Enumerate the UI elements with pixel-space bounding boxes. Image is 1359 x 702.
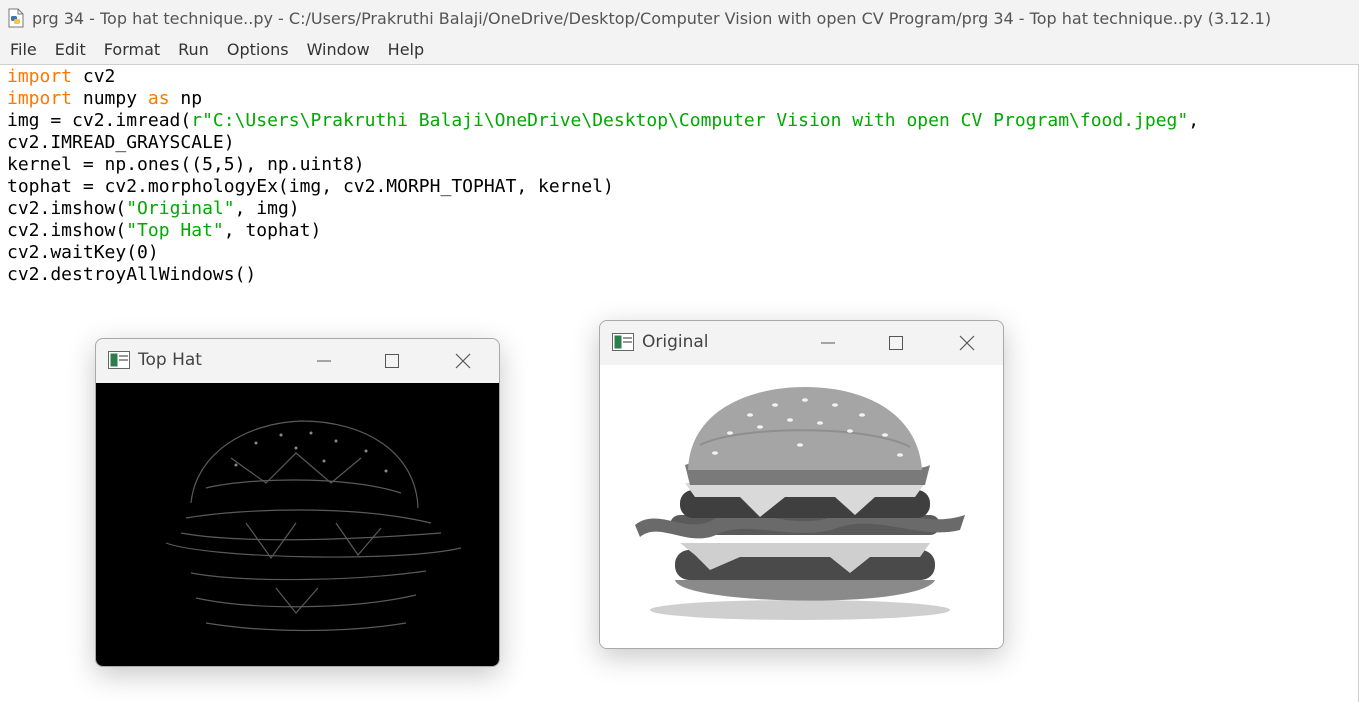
- code-line[interactable]: tophat = cv2.morphologyEx(img, cv2.MORPH…: [7, 176, 1199, 198]
- minimize-button[interactable]: [312, 349, 336, 373]
- code-token: cv2.waitKey(0): [7, 242, 159, 263]
- opencv-window-icon: [612, 333, 634, 351]
- code-text[interactable]: import cv2 import numpy as np img = cv2.im…: [7, 66, 1199, 286]
- menu-help[interactable]: Help: [379, 36, 433, 64]
- code-token: cv2: [72, 66, 116, 87]
- code-line[interactable]: img = cv2.imread(r"C:\Users\Prakruthi Ba…: [7, 110, 1199, 132]
- code-line[interactable]: import cv2: [7, 66, 1199, 88]
- tophat-window-titlebar[interactable]: Top Hat: [96, 339, 499, 383]
- code-line[interactable]: cv2.destroyAllWindows(): [7, 264, 1199, 286]
- tophat-burger-edges: [165, 420, 462, 632]
- code-line[interactable]: cv2.IMREAD_GRAYSCALE): [7, 132, 1199, 154]
- code-string: "Original": [126, 198, 235, 219]
- code-token: img = cv2.imread(: [7, 110, 192, 131]
- close-button[interactable]: [955, 331, 979, 355]
- code-token: cv2.imshow(: [7, 198, 127, 219]
- menu-file[interactable]: File: [0, 36, 46, 64]
- code-line[interactable]: import numpy as np: [7, 88, 1199, 110]
- code-token: , tophat): [223, 220, 322, 241]
- code-keyword: import: [7, 88, 73, 109]
- tophat-window[interactable]: Top Hat: [95, 338, 500, 667]
- original-image: [600, 365, 1003, 648]
- code-keyword: as: [147, 88, 170, 109]
- menu-window[interactable]: Window: [298, 36, 379, 64]
- code-token: numpy: [72, 88, 148, 109]
- maximize-button[interactable]: [380, 349, 404, 373]
- window-titlebar[interactable]: prg 34 - Top hat technique..py - C:/User…: [0, 0, 1359, 36]
- original-window-titlebar[interactable]: Original: [600, 321, 1003, 365]
- menu-options[interactable]: Options: [218, 36, 298, 64]
- maximize-button[interactable]: [884, 331, 908, 355]
- close-icon: [959, 335, 975, 351]
- code-keyword: import: [7, 66, 73, 87]
- code-line[interactable]: cv2.waitKey(0): [7, 242, 1199, 264]
- code-token: , img): [234, 198, 300, 219]
- minimize-icon: [317, 360, 331, 362]
- close-button[interactable]: [451, 349, 475, 373]
- code-token: cv2.imshow(: [7, 220, 127, 241]
- minimize-icon: [821, 342, 835, 344]
- menu-bar: File Edit Format Run Options Window Help: [0, 36, 1359, 65]
- tophat-window-title: Top Hat: [138, 350, 202, 370]
- code-line[interactable]: kernel = np.ones((5,5), np.uint8): [7, 154, 1199, 176]
- code-token: cv2.destroyAllWindows(): [7, 264, 257, 285]
- menu-format[interactable]: Format: [95, 36, 169, 64]
- maximize-icon: [889, 336, 903, 350]
- code-token: tophat = cv2.morphologyEx(img, cv2.MORPH…: [7, 176, 614, 197]
- code-token: cv2.IMREAD_GRAYSCALE): [7, 132, 235, 153]
- python-file-icon: [8, 8, 24, 28]
- code-token: np: [169, 88, 203, 109]
- code-token: ,: [1188, 110, 1200, 131]
- code-string: "Top Hat": [126, 220, 224, 241]
- code-line[interactable]: cv2.imshow("Top Hat", tophat): [7, 220, 1199, 242]
- code-line[interactable]: cv2.imshow("Original", img): [7, 198, 1199, 220]
- tophat-image: [96, 383, 499, 666]
- maximize-icon: [385, 354, 399, 368]
- code-string: r"C:\Users\Prakruthi Balaji\OneDrive\Des…: [191, 110, 1189, 131]
- window-title: prg 34 - Top hat technique..py - C:/User…: [32, 8, 1272, 28]
- menu-run[interactable]: Run: [169, 36, 218, 64]
- original-window[interactable]: Original: [599, 320, 1004, 649]
- code-token: kernel = np.ones((5,5), np.uint8): [7, 154, 365, 175]
- opencv-window-icon: [108, 351, 130, 369]
- grayscale-burger-image: [635, 387, 965, 620]
- original-window-title: Original: [642, 332, 709, 352]
- minimize-button[interactable]: [816, 331, 840, 355]
- close-icon: [455, 353, 471, 369]
- menu-edit[interactable]: Edit: [46, 36, 95, 64]
